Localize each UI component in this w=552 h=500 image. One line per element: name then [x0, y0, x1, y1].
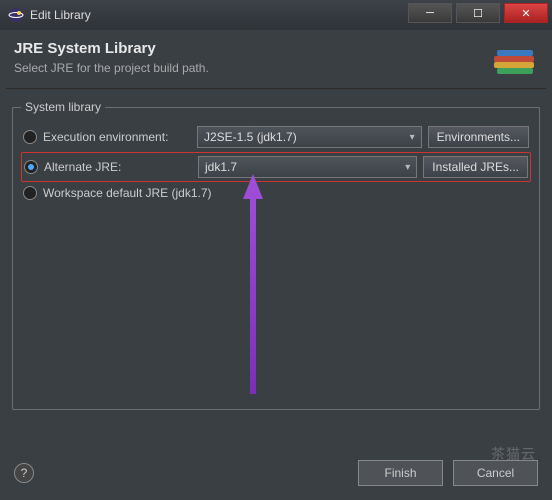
- exec-env-value: J2SE-1.5 (jdk1.7): [204, 130, 297, 144]
- dialog-header: JRE System Library Select JRE for the pr…: [0, 30, 552, 88]
- minimize-button[interactable]: ─: [408, 3, 452, 23]
- environments-button[interactable]: Environments...: [428, 126, 529, 148]
- maximize-button[interactable]: ☐: [456, 3, 500, 23]
- alternate-jre-label: Alternate JRE:: [44, 160, 192, 174]
- page-subtitle: Select JRE for the project build path.: [14, 61, 209, 75]
- library-icon: [492, 42, 538, 80]
- system-library-group: System library Execution environment: J2…: [12, 100, 540, 410]
- installed-jres-button[interactable]: Installed JREs...: [423, 156, 528, 178]
- eclipse-icon: [8, 7, 24, 23]
- exec-env-radio[interactable]: [23, 130, 37, 144]
- help-button[interactable]: ?: [14, 463, 34, 483]
- header-separator: [6, 88, 546, 90]
- window-buttons: ─ ☐ ✕: [408, 3, 548, 23]
- alternate-jre-combo[interactable]: jdk1.7: [198, 156, 417, 178]
- page-title: JRE System Library: [14, 40, 209, 57]
- window-title: Edit Library: [30, 8, 91, 22]
- workspace-default-radio[interactable]: [23, 186, 37, 200]
- exec-env-row: Execution environment: J2SE-1.5 (jdk1.7)…: [21, 122, 531, 152]
- exec-env-combo[interactable]: J2SE-1.5 (jdk1.7): [197, 126, 422, 148]
- exec-env-label: Execution environment:: [43, 130, 191, 144]
- group-legend: System library: [21, 100, 105, 114]
- workspace-default-label: Workspace default JRE (jdk1.7): [43, 186, 212, 200]
- alternate-jre-row: Alternate JRE: jdk1.7 Installed JREs...: [21, 152, 531, 182]
- alternate-jre-value: jdk1.7: [205, 160, 237, 174]
- titlebar: Edit Library ─ ☐ ✕: [0, 0, 552, 30]
- close-button[interactable]: ✕: [504, 3, 548, 23]
- cancel-button[interactable]: Cancel: [453, 460, 538, 486]
- dialog-footer: ? Finish Cancel: [0, 460, 552, 486]
- finish-button[interactable]: Finish: [358, 460, 443, 486]
- alternate-jre-radio[interactable]: [24, 160, 38, 174]
- workspace-default-row: Workspace default JRE (jdk1.7): [21, 182, 531, 204]
